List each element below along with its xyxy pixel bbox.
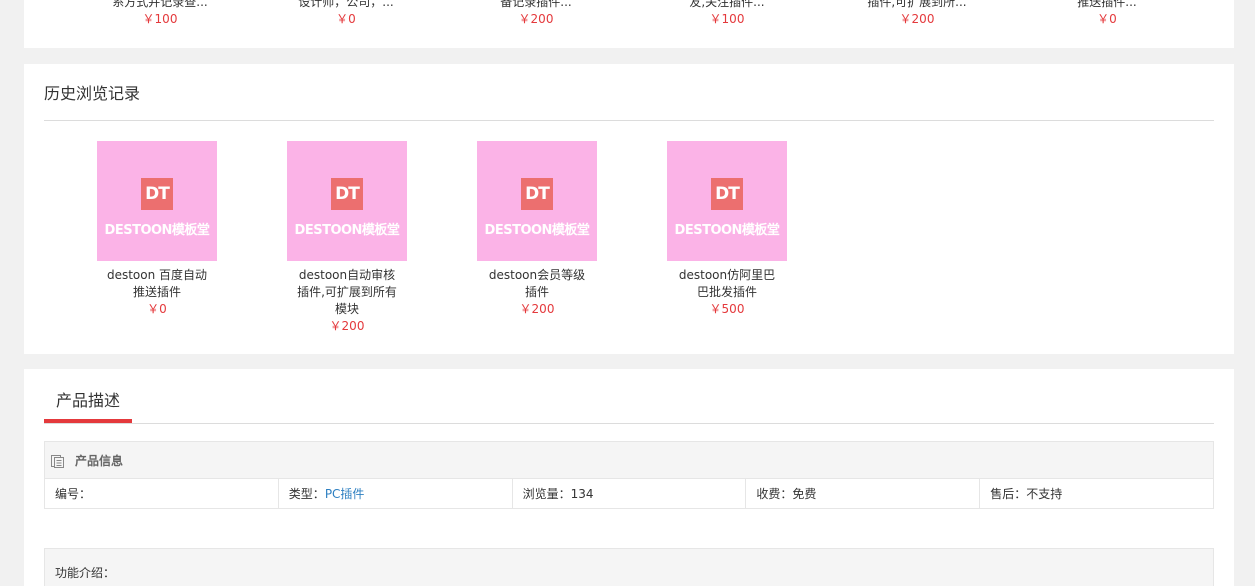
tab-product-description[interactable]: 产品描述 <box>44 389 132 413</box>
brand-text: DESTOON模板堂 <box>104 223 210 238</box>
product-name[interactable]: destoon仿阿里巴巴批发插件 <box>675 267 779 301</box>
related-product-item[interactable]: 友,关注插件... ￥100 <box>632 0 822 28</box>
info-aftersale-label: 售后： <box>990 487 1027 501</box>
product-price: ￥200 <box>329 319 365 333</box>
product-price: ￥100 <box>709 12 745 26</box>
product-name[interactable]: destoon自动审核插件,可扩展到所有模块 <box>295 267 399 318</box>
product-name[interactable]: destoon会员等级插件 <box>485 267 589 301</box>
product-name[interactable]: destoon 百度自动推送插件 <box>105 267 209 301</box>
history-title: 历史浏览记录 <box>44 84 141 103</box>
brand-text: DESTOON模板堂 <box>674 223 780 238</box>
product-info-title: 产品信息 <box>75 454 124 468</box>
info-fee: 收费：免费 <box>745 479 979 509</box>
dt-logo: DT <box>141 178 173 210</box>
history-item[interactable]: DT DESTOON模板堂 destoon 百度自动推送插件 ￥0 <box>62 141 252 318</box>
info-type-label: 类型： <box>288 487 325 501</box>
brand-text: DESTOON模板堂 <box>294 223 400 238</box>
type-link[interactable]: PC插件 <box>325 487 365 501</box>
product-info-table: 产品信息 编号： 类型：PC插件 浏览量：134 收费：免费 售后：不支持 <box>44 441 1214 509</box>
info-views-label: 浏览量： <box>522 487 571 501</box>
info-views: 浏览量：134 <box>511 479 746 509</box>
info-number: 编号： <box>45 479 278 509</box>
info-fee-label: 收费： <box>756 487 793 501</box>
related-product-item[interactable]: 系方式并记录查... ￥100 <box>65 0 255 28</box>
related-product-item[interactable]: 备记录插件... ￥200 <box>441 0 631 28</box>
info-number-label: 编号： <box>55 487 92 501</box>
product-thumbnail[interactable]: DT DESTOON模板堂 <box>97 141 217 261</box>
divider <box>44 120 1214 121</box>
product-price: ￥200 <box>518 12 554 26</box>
product-info-row: 编号： 类型：PC插件 浏览量：134 收费：免费 售后：不支持 <box>45 479 1213 509</box>
product-price: ￥0 <box>336 12 356 26</box>
info-type: 类型：PC插件 <box>277 479 512 509</box>
description-panel: 产品描述 产品信息 编号： 类型：PC插件 浏览量：134 收费：免费 售后：不… <box>24 369 1234 586</box>
brand-text: DESTOON模板堂 <box>484 223 590 238</box>
dt-logo: DT <box>521 178 553 210</box>
product-price: ￥500 <box>709 302 745 316</box>
history-item[interactable]: DT DESTOON模板堂 destoon会员等级插件 ￥200 <box>442 141 632 318</box>
info-fee-value: 免费 <box>792 487 817 501</box>
product-price: ￥200 <box>519 302 555 316</box>
related-product-item[interactable]: 推送插件... ￥0 <box>1012 0 1202 28</box>
product-price: ￥200 <box>899 12 935 26</box>
info-views-value: 134 <box>570 487 594 501</box>
product-name[interactable]: 设计师，公司，... <box>251 0 441 11</box>
feature-intro-label: 功能介绍： <box>55 566 116 580</box>
product-price: ￥100 <box>142 12 178 26</box>
product-price: ￥0 <box>147 302 167 316</box>
dt-logo: DT <box>331 178 363 210</box>
related-product-item[interactable]: 设计师，公司，... ￥0 <box>251 0 441 28</box>
related-product-item[interactable]: 插件,可扩展到所... ￥200 <box>822 0 1012 28</box>
feature-intro-box: 功能介绍： <box>44 548 1214 586</box>
product-price: ￥0 <box>1097 12 1117 26</box>
dt-logo: DT <box>711 178 743 210</box>
product-name[interactable]: 备记录插件... <box>441 0 631 11</box>
product-name[interactable]: 友,关注插件... <box>632 0 822 11</box>
divider <box>44 423 1214 424</box>
product-name[interactable]: 插件,可扩展到所... <box>822 0 1012 11</box>
history-panel: 历史浏览记录 DT DESTOON模板堂 destoon 百度自动推送插件 ￥0… <box>24 64 1234 354</box>
product-name[interactable]: 系方式并记录查... <box>65 0 255 11</box>
info-aftersale: 售后：不支持 <box>979 479 1213 509</box>
history-item[interactable]: DT DESTOON模板堂 destoon自动审核插件,可扩展到所有模块 ￥20… <box>252 141 442 335</box>
product-thumbnail[interactable]: DT DESTOON模板堂 <box>287 141 407 261</box>
product-name[interactable]: 推送插件... <box>1012 0 1202 11</box>
product-info-header: 产品信息 <box>45 442 1213 479</box>
document-icon <box>51 455 64 468</box>
product-thumbnail[interactable]: DT DESTOON模板堂 <box>477 141 597 261</box>
info-aftersale-value: 不支持 <box>1026 487 1063 501</box>
history-item[interactable]: DT DESTOON模板堂 destoon仿阿里巴巴批发插件 ￥500 <box>632 141 822 318</box>
related-products-strip: 系方式并记录查... ￥100 设计师，公司，... ￥0 备记录插件... ￥… <box>24 0 1234 48</box>
product-thumbnail[interactable]: DT DESTOON模板堂 <box>667 141 787 261</box>
